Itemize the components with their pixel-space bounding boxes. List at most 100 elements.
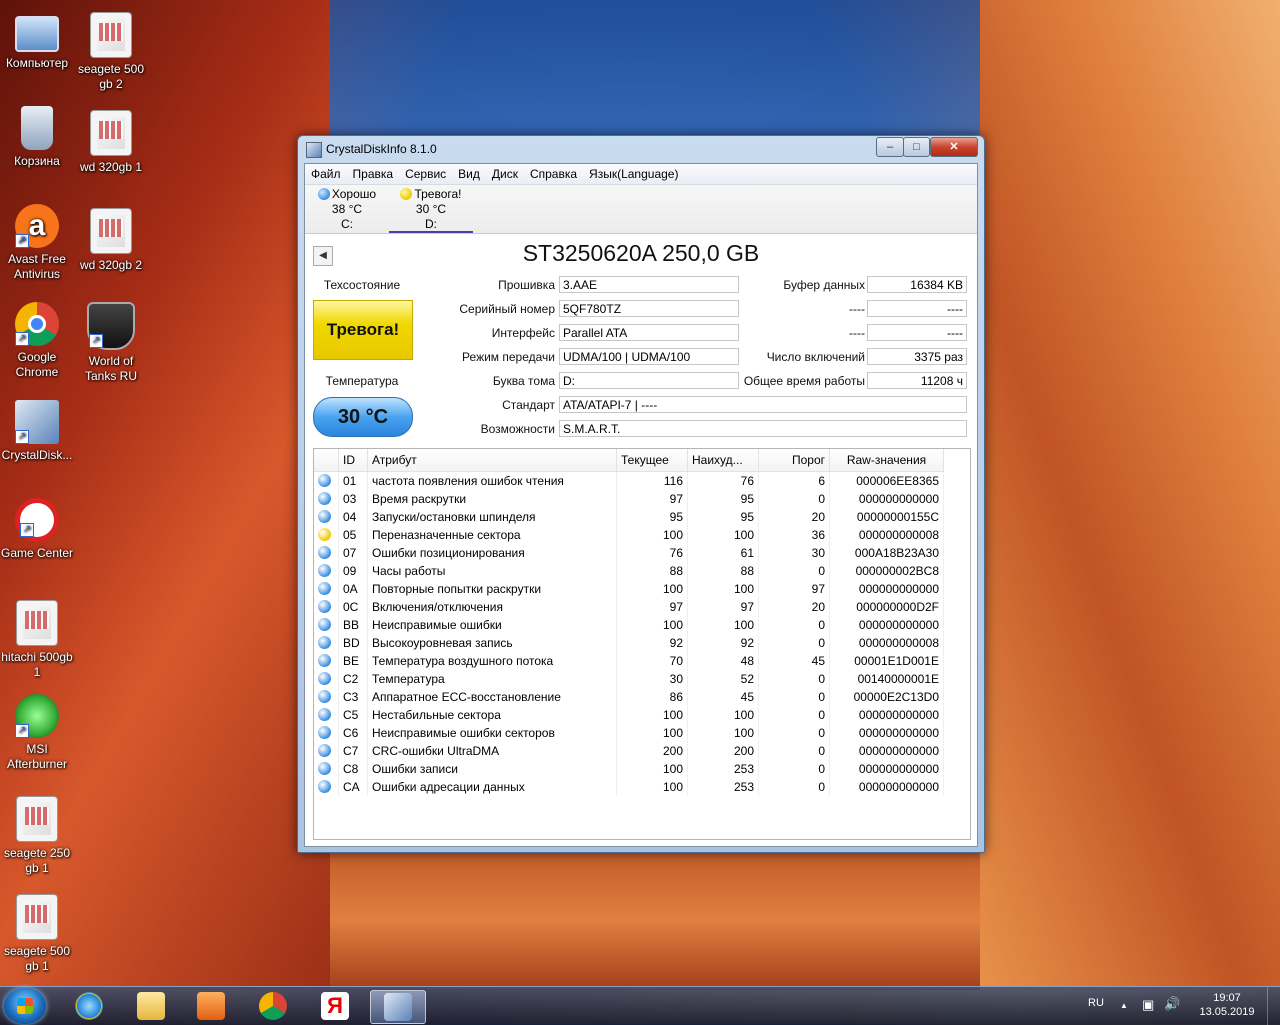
- smart-row[interactable]: 07 Ошибки позиционирования 76 61 30 000A18B23…: [314, 544, 944, 562]
- smart-row[interactable]: 0A Повторные попытки раскрутки 100 100 97 000…: [314, 580, 944, 598]
- maximize-button[interactable]: □: [903, 137, 930, 157]
- taskbar-chrome[interactable]: [246, 990, 300, 1022]
- smart-table-panel[interactable]: ID Атрибут Текущее Наихуд... Порог Raw-з…: [313, 448, 971, 840]
- clock[interactable]: 19:07 13.05.2019: [1192, 991, 1262, 1019]
- smart-current-cell: 100: [616, 580, 688, 598]
- health-label: Техсостояние: [323, 278, 401, 292]
- smart-row[interactable]: C6 Неисправимые ошибки секторов 100 100 0 000…: [314, 724, 944, 742]
- power-hours-label: Общее время работы: [743, 374, 865, 388]
- smart-status-cell: [314, 526, 339, 544]
- desktop-icon-seagete-500-1[interactable]: seagete 500 gb 1: [0, 894, 74, 974]
- smart-threshold-cell: 20: [758, 598, 830, 616]
- smart-row[interactable]: BD Высокоуровневая запись 92 92 0 00000000000…: [314, 634, 944, 652]
- show-desktop-button[interactable]: [1267, 987, 1280, 1025]
- power-hours-value: 11208 ч: [867, 372, 967, 389]
- desktop-icon-computer[interactable]: Компьютер: [0, 10, 74, 71]
- desktop-icon-msi-afterburner[interactable]: ↗ MSI Afterburner: [0, 694, 74, 772]
- taskbar-ie[interactable]: [62, 990, 116, 1022]
- smart-row[interactable]: 01 частота появления ошибок чтения 116 76 6 0…: [314, 471, 944, 490]
- smart-current-cell: 76: [616, 544, 688, 562]
- volume-icon[interactable]: 🔊: [1164, 997, 1180, 1011]
- smart-row[interactable]: 0C Включения/отключения 97 97 20 000000000D2F: [314, 598, 944, 616]
- taskbar-media-player[interactable]: [184, 990, 238, 1022]
- smart-id-cell: 07: [338, 544, 368, 562]
- attribute-column-header[interactable]: Атрибут: [367, 449, 617, 472]
- taskbar-crystaldiskinfo[interactable]: [370, 990, 426, 1024]
- desktop-icon-crystaldisk[interactable]: ↗ CrystalDisk...: [0, 400, 74, 463]
- smart-row[interactable]: 05 Переназначенные сектора 100 100 36 0000000…: [314, 526, 944, 544]
- smart-row[interactable]: C8 Ошибки записи 100 253 0 000000000000: [314, 760, 944, 778]
- temperature-badge: 30 °C: [313, 397, 413, 437]
- disk-tab-c[interactable]: Хорошо 38 °C C:: [305, 187, 389, 232]
- firmware-value: 3.AAE: [559, 276, 739, 293]
- status-good-icon: [317, 188, 330, 200]
- threshold-column-header[interactable]: Порог: [758, 449, 830, 472]
- worst-column-header[interactable]: Наихуд...: [687, 449, 759, 472]
- taskbar-explorer[interactable]: [124, 990, 178, 1022]
- power-count-label: Число включений: [766, 350, 865, 364]
- smart-row[interactable]: CA Ошибки адресации данных 100 253 0 00000000…: [314, 778, 944, 796]
- smart-raw-cell: 000000000000: [829, 706, 944, 724]
- title-bar[interactable]: CrystalDiskInfo 8.1.0 – □ ✕: [298, 136, 984, 162]
- smart-row[interactable]: 04 Запуски/остановки шпинделя 95 95 20 000000…: [314, 508, 944, 526]
- menu-service[interactable]: Сервис: [399, 164, 452, 181]
- smart-row[interactable]: C5 Нестабильные сектора 100 100 0 00000000000…: [314, 706, 944, 724]
- recycle-bin-icon: [21, 106, 53, 150]
- smart-raw-cell: 000000000000: [829, 760, 944, 778]
- smart-current-cell: 92: [616, 634, 688, 652]
- smart-current-cell: 88: [616, 562, 688, 580]
- serial-value: 5QF780TZ: [559, 300, 739, 317]
- health-status-badge[interactable]: Тревога!: [313, 300, 413, 360]
- menu-file[interactable]: Файл: [305, 164, 347, 181]
- raw-column-header[interactable]: Raw-значения: [829, 449, 944, 472]
- smart-worst-cell: 100: [687, 580, 759, 598]
- id-column-header[interactable]: ID: [338, 449, 368, 472]
- smart-row[interactable]: 09 Часы работы 88 88 0 000000002BC8: [314, 562, 944, 580]
- desktop-icon-avast[interactable]: a ↗ Avast Free Antivirus: [0, 204, 74, 282]
- close-button[interactable]: ✕: [930, 137, 978, 157]
- desktop-icon-chrome[interactable]: ↗ Google Chrome: [0, 302, 74, 380]
- smart-row[interactable]: C7 CRC-ошибки UltraDMA 200 200 0 000000000000: [314, 742, 944, 760]
- desktop-icon-hitachi-500-1[interactable]: hitachi 500gb 1: [0, 600, 74, 680]
- smart-row[interactable]: C2 Температура 30 52 0 00140000001E: [314, 670, 944, 688]
- language-indicator[interactable]: RU: [1088, 996, 1104, 1010]
- smart-row[interactable]: C3 Аппаратное ECC-восстановление 86 45 0 0000…: [314, 688, 944, 706]
- smart-status-cell: [314, 742, 339, 760]
- smart-status-cell: [314, 760, 339, 778]
- smart-row[interactable]: 03 Время раскрутки 97 95 0 000000000000: [314, 490, 944, 508]
- show-hidden-icons-button[interactable]: ▲: [1120, 999, 1128, 1013]
- smart-status-cell: [314, 652, 339, 670]
- network-icon[interactable]: ▣: [1142, 998, 1154, 1012]
- disk-tab-d[interactable]: Тревога! 30 °C D:: [389, 187, 473, 233]
- blank-label-1: ----: [849, 302, 865, 316]
- menu-edit[interactable]: Правка: [347, 164, 400, 181]
- status-good-icon: [318, 672, 331, 685]
- desktop-icon-seagete-250-1[interactable]: seagete 250 gb 1: [0, 796, 74, 876]
- desktop-icon-wd-320-2[interactable]: wd 320gb 2: [74, 208, 148, 273]
- menu-language[interactable]: Язык(Language): [583, 164, 684, 181]
- taskbar-yandex[interactable]: Я: [308, 990, 362, 1022]
- desktop-icon-wot[interactable]: ↗ World of Tanks RU: [74, 302, 148, 384]
- status-column-header[interactable]: [314, 449, 339, 472]
- smart-attribute-cell: Аппаратное ECC-восстановление: [367, 688, 617, 706]
- smart-status-cell: [314, 580, 339, 598]
- desktop-icon-trash[interactable]: Корзина: [0, 106, 74, 169]
- smart-row[interactable]: BE Температура воздушного потока 70 48 45 000…: [314, 652, 944, 670]
- smart-threshold-cell: 0: [758, 778, 830, 796]
- smart-attribute-cell: Включения/отключения: [367, 598, 617, 616]
- minimize-button[interactable]: –: [876, 137, 904, 157]
- blank-value-1: ----: [867, 300, 967, 317]
- start-button[interactable]: [4, 988, 46, 1024]
- smart-current-cell: 86: [616, 688, 688, 706]
- smart-row[interactable]: BB Неисправимые ошибки 100 100 0 000000000000: [314, 616, 944, 634]
- smart-threshold-cell: 97: [758, 580, 830, 598]
- menu-view[interactable]: Вид: [452, 164, 486, 181]
- disk-report-icon: [90, 12, 132, 58]
- desktop-icon-game-center[interactable]: ↗ Game Center: [0, 498, 74, 561]
- menu-disk[interactable]: Диск: [486, 164, 524, 181]
- desktop-icon-seagete-500-2[interactable]: seagete 500 gb 2: [74, 12, 148, 92]
- current-column-header[interactable]: Текущее: [616, 449, 688, 472]
- desktop-icon-wd-320-1[interactable]: wd 320gb 1: [74, 110, 148, 175]
- menu-help[interactable]: Справка: [524, 164, 583, 181]
- window-title: CrystalDiskInfo 8.1.0: [326, 142, 437, 156]
